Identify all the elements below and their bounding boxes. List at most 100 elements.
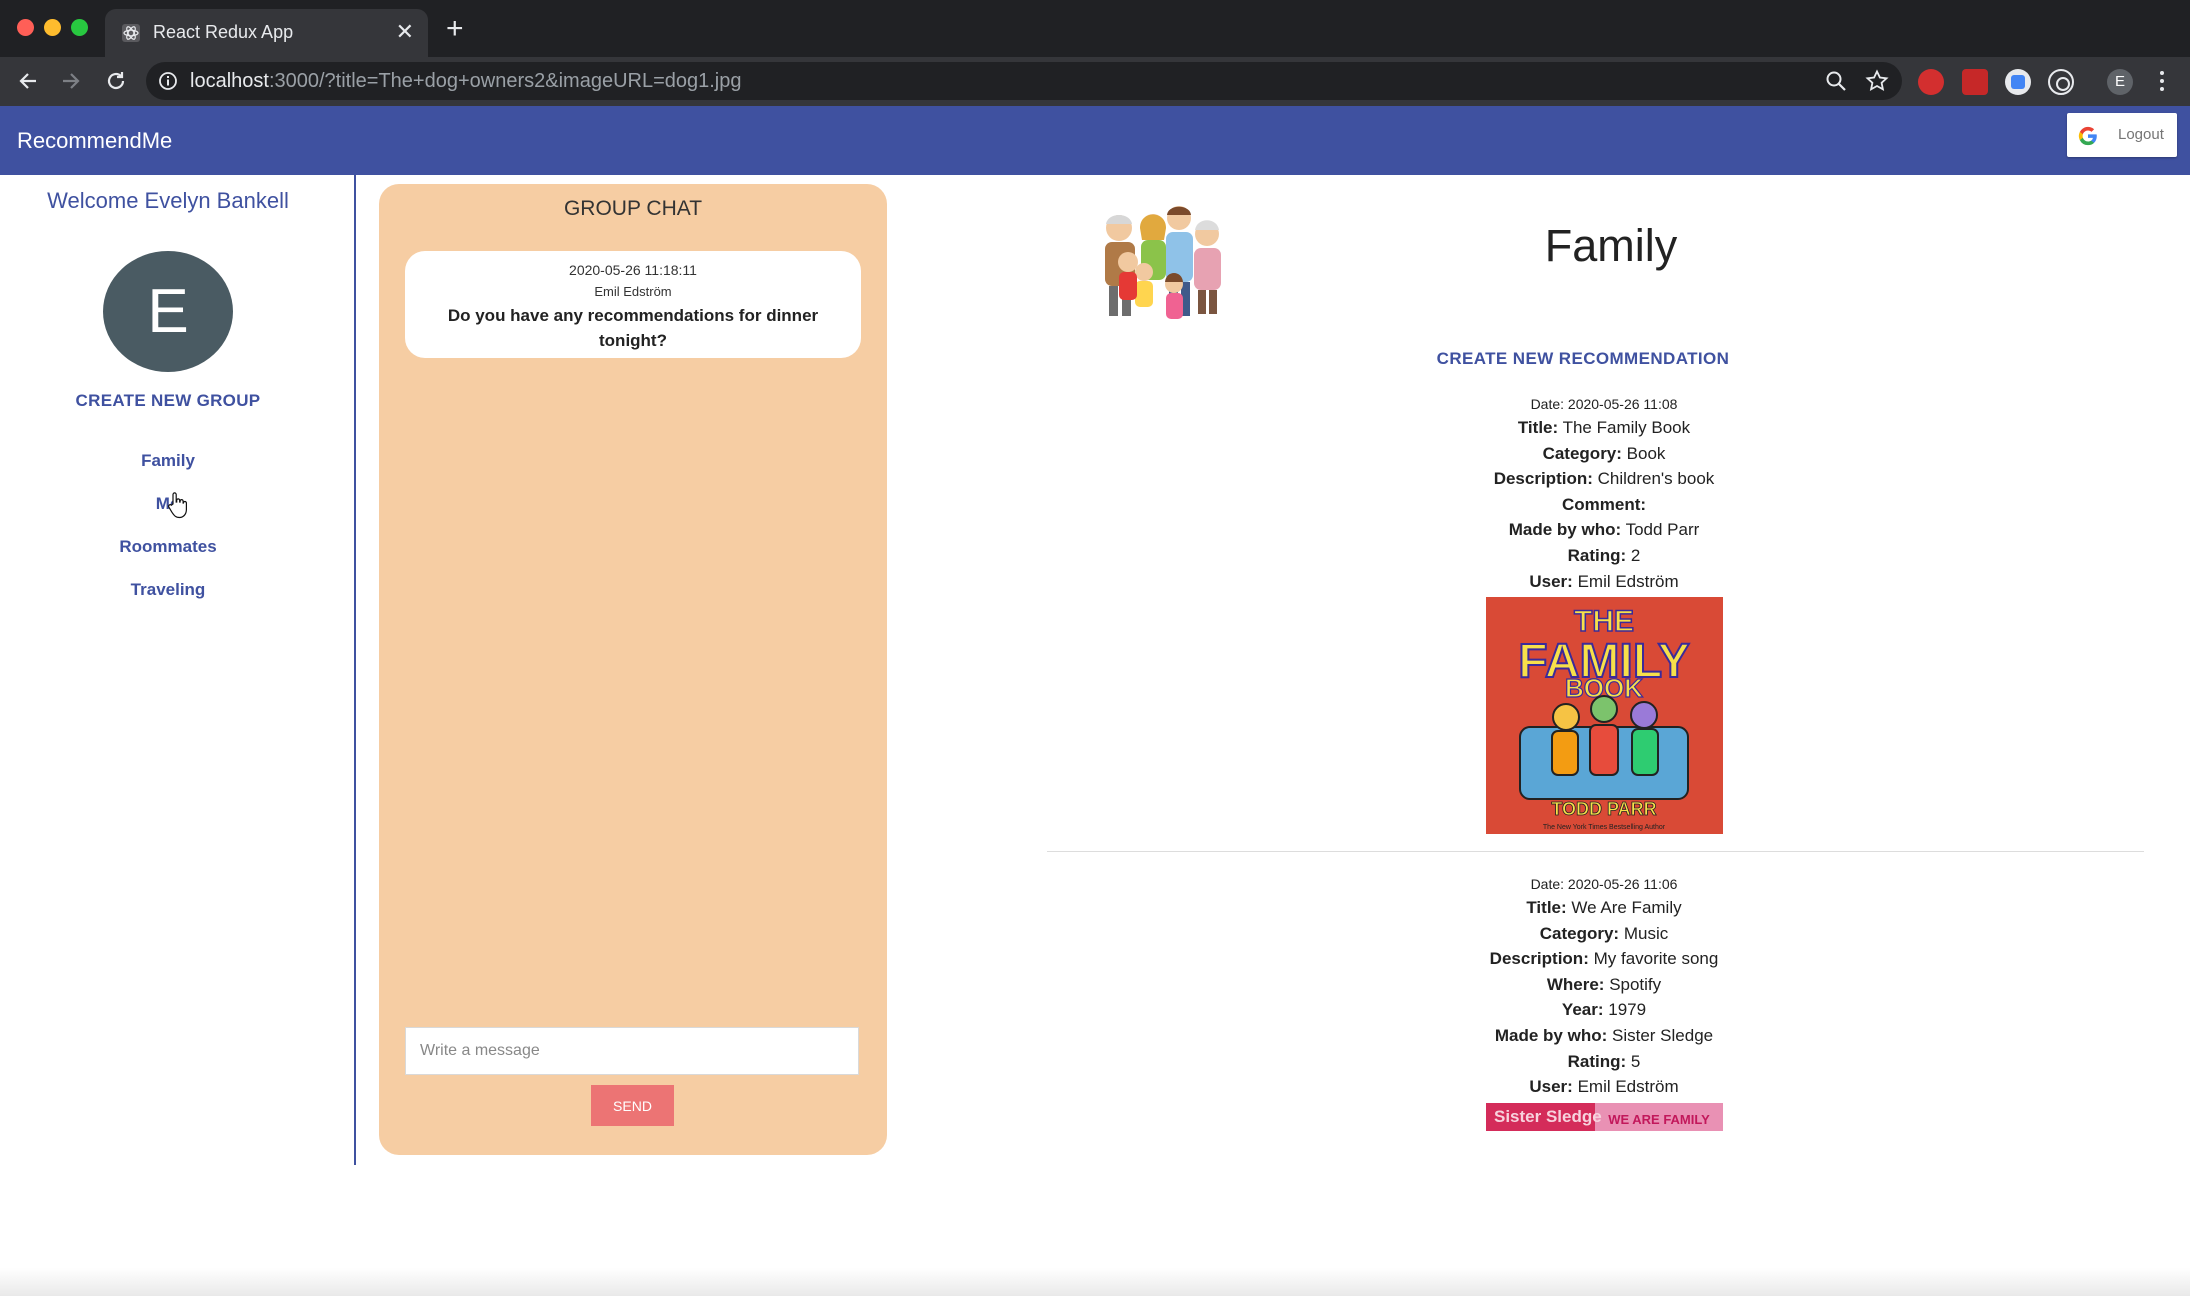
field-value: Children's book [1597, 469, 1715, 489]
field-label: Comment: [1561, 494, 1647, 514]
field-label: Title: [1517, 418, 1559, 437]
field-value: Spotify [1609, 974, 1662, 994]
recommendation-field-category: Category: Book [1300, 441, 1908, 467]
user-avatar: E [103, 251, 233, 372]
browser-tab-bar: React Redux App ✕ + [0, 0, 2190, 57]
sidebar: Welcome Evelyn Bankell E CREATE NEW GROU… [0, 175, 356, 1165]
forward-button[interactable] [55, 65, 87, 97]
field-label: Made by who: [1508, 520, 1622, 540]
field-value: Emil Edström [1577, 571, 1679, 591]
new-tab-icon[interactable]: + [446, 14, 464, 44]
react-favicon-icon [122, 24, 140, 42]
cover-tagline: The New York Times Bestselling Author [1543, 824, 1666, 831]
recommendation-field-description: Description: Children's book [1300, 466, 1908, 492]
message-text: Do you have any recommendations for dinn… [447, 306, 819, 350]
cover-song-title: WE ARE FAMILY [1608, 1112, 1710, 1127]
site-info-icon[interactable] [158, 71, 178, 91]
cover-author: TODD PARR [1551, 799, 1656, 819]
field-label: Category: [1542, 443, 1622, 463]
field-label: Made by who: [1494, 1025, 1608, 1045]
recommendation-field-where: Where: Spotify [1300, 972, 1908, 998]
field-label: Description: [1489, 949, 1589, 969]
brand-logo[interactable]: RecommendMe [17, 128, 172, 154]
recommendation-card: Date: 2020-05-26 11:06 Title: We Are Fam… [1300, 873, 1908, 1100]
message-timestamp: 2020-05-26 11:18:11 [569, 262, 697, 278]
message-input[interactable] [405, 1027, 859, 1075]
chat-title: GROUP CHAT [563, 197, 703, 220]
recommendation-field-rating: Rating: 2 [1300, 543, 1908, 569]
bookmark-star-icon[interactable] [1865, 69, 1889, 93]
tab-title: React Redux App [153, 22, 294, 42]
field-label: Rating: [1567, 1051, 1627, 1071]
close-window-button[interactable] [17, 19, 34, 36]
family-group-illustration [1105, 206, 1221, 319]
cover-title-line1: THE [1574, 605, 1634, 638]
arrow-left-icon [19, 73, 36, 89]
welcome-text: Welcome Evelyn Bankell [47, 188, 289, 213]
field-value: Book [1626, 443, 1666, 463]
cover-artist: Sister Sledge [1494, 1107, 1602, 1126]
browser-toolbar: localhost:3000/?title=The+dog+owners2&im… [0, 57, 2190, 106]
recommendation-field-description: Description: My favorite song [1300, 946, 1908, 972]
field-label: Year: [1561, 1000, 1604, 1020]
create-group-button[interactable]: CREATE NEW GROUP [0, 391, 336, 411]
recommendation-date: Date: 2020-05-26 11:08 [1530, 396, 1678, 412]
family-book-cover-image: THE FAMILY BOOK TODD PARR The New York T… [1486, 597, 1723, 834]
recommendation-field-user: User: Emil Edström [1300, 1074, 1908, 1100]
extension-gift-icon[interactable] [1962, 69, 1988, 95]
hand-cursor-icon [168, 492, 187, 519]
zoom-icon[interactable] [1824, 69, 1848, 93]
close-tab-icon[interactable]: ✕ [396, 19, 414, 45]
field-value: 2 [1630, 545, 1641, 565]
reload-icon [107, 72, 125, 90]
field-label: Category: [1539, 923, 1620, 943]
field-label: Rating: [1567, 545, 1627, 565]
recommendation-divider [1047, 851, 2144, 852]
extension-target-icon[interactable] [2048, 69, 2074, 95]
recommendation-field-title: Title: We Are Family [1300, 895, 1908, 921]
sidebar-item-traveling[interactable]: Traveling [0, 580, 336, 600]
maximize-window-button[interactable] [71, 19, 88, 36]
field-label: Title: [1526, 898, 1567, 917]
extension-red-icon[interactable] [1918, 69, 1944, 95]
url-path: :3000/?title=The+dog+owners2&imageURL=do… [268, 70, 742, 92]
field-value: 5 [1630, 1051, 1641, 1071]
group-title: Family [1544, 220, 1678, 271]
back-button[interactable] [12, 65, 44, 97]
message-author: Emil Edström [594, 284, 672, 299]
window-bottom-edge [0, 1268, 2190, 1296]
app-header: RecommendMe Logout [0, 106, 2190, 175]
recommendation-card: Date: 2020-05-26 11:08 Title: The Family… [1300, 393, 1908, 594]
recommendation-date: Date: 2020-05-26 11:06 [1530, 876, 1678, 892]
field-value: Todd Parr [1625, 520, 1700, 540]
field-label: Description: [1493, 469, 1593, 489]
url-host: localhost [190, 70, 269, 92]
recommendation-field-year: Year: 1979 [1300, 997, 1908, 1023]
field-label: User: [1529, 571, 1573, 591]
reload-button[interactable] [100, 65, 132, 97]
address-bar[interactable]: localhost:3000/?title=The+dog+owners2&im… [146, 62, 1902, 100]
browser-menu-icon[interactable] [2160, 71, 2164, 91]
extension-translate-icon[interactable] [2005, 69, 2031, 95]
field-value: 1979 [1608, 1000, 1647, 1020]
profile-avatar[interactable]: E [2107, 69, 2133, 95]
we-are-family-cover-image: Sister Sledge WE ARE FAMILY [1486, 1103, 1723, 1131]
field-value: Emil Edström [1577, 1077, 1679, 1097]
logout-button[interactable]: Logout [2067, 113, 2177, 157]
chat-message: 2020-05-26 11:18:11 Emil Edström Do you … [405, 251, 861, 358]
recommendation-field-title: Title: The Family Book [1300, 415, 1908, 441]
recommendation-field-comment: Comment: [1300, 492, 1908, 518]
browser-tab[interactable]: React Redux App ✕ [105, 9, 428, 57]
recommendation-field-category: Category: Music [1300, 921, 1908, 947]
sidebar-item-roommates[interactable]: Roommates [0, 537, 336, 557]
minimize-window-button[interactable] [44, 19, 61, 36]
create-recommendation-button[interactable]: CREATE NEW RECOMMENDATION [1300, 349, 1866, 369]
sidebar-item-family[interactable]: Family [0, 451, 336, 471]
url-text: localhost:3000/?title=The+dog+owners2&im… [190, 70, 742, 93]
field-label: Where: [1546, 974, 1605, 994]
send-button[interactable]: SEND [591, 1085, 674, 1126]
google-icon [2078, 126, 2097, 146]
field-value: Sister Sledge [1612, 1025, 1714, 1045]
field-value: We Are Family [1571, 898, 1682, 917]
recommendation-field-creator: Made by who: Sister Sledge [1300, 1023, 1908, 1049]
